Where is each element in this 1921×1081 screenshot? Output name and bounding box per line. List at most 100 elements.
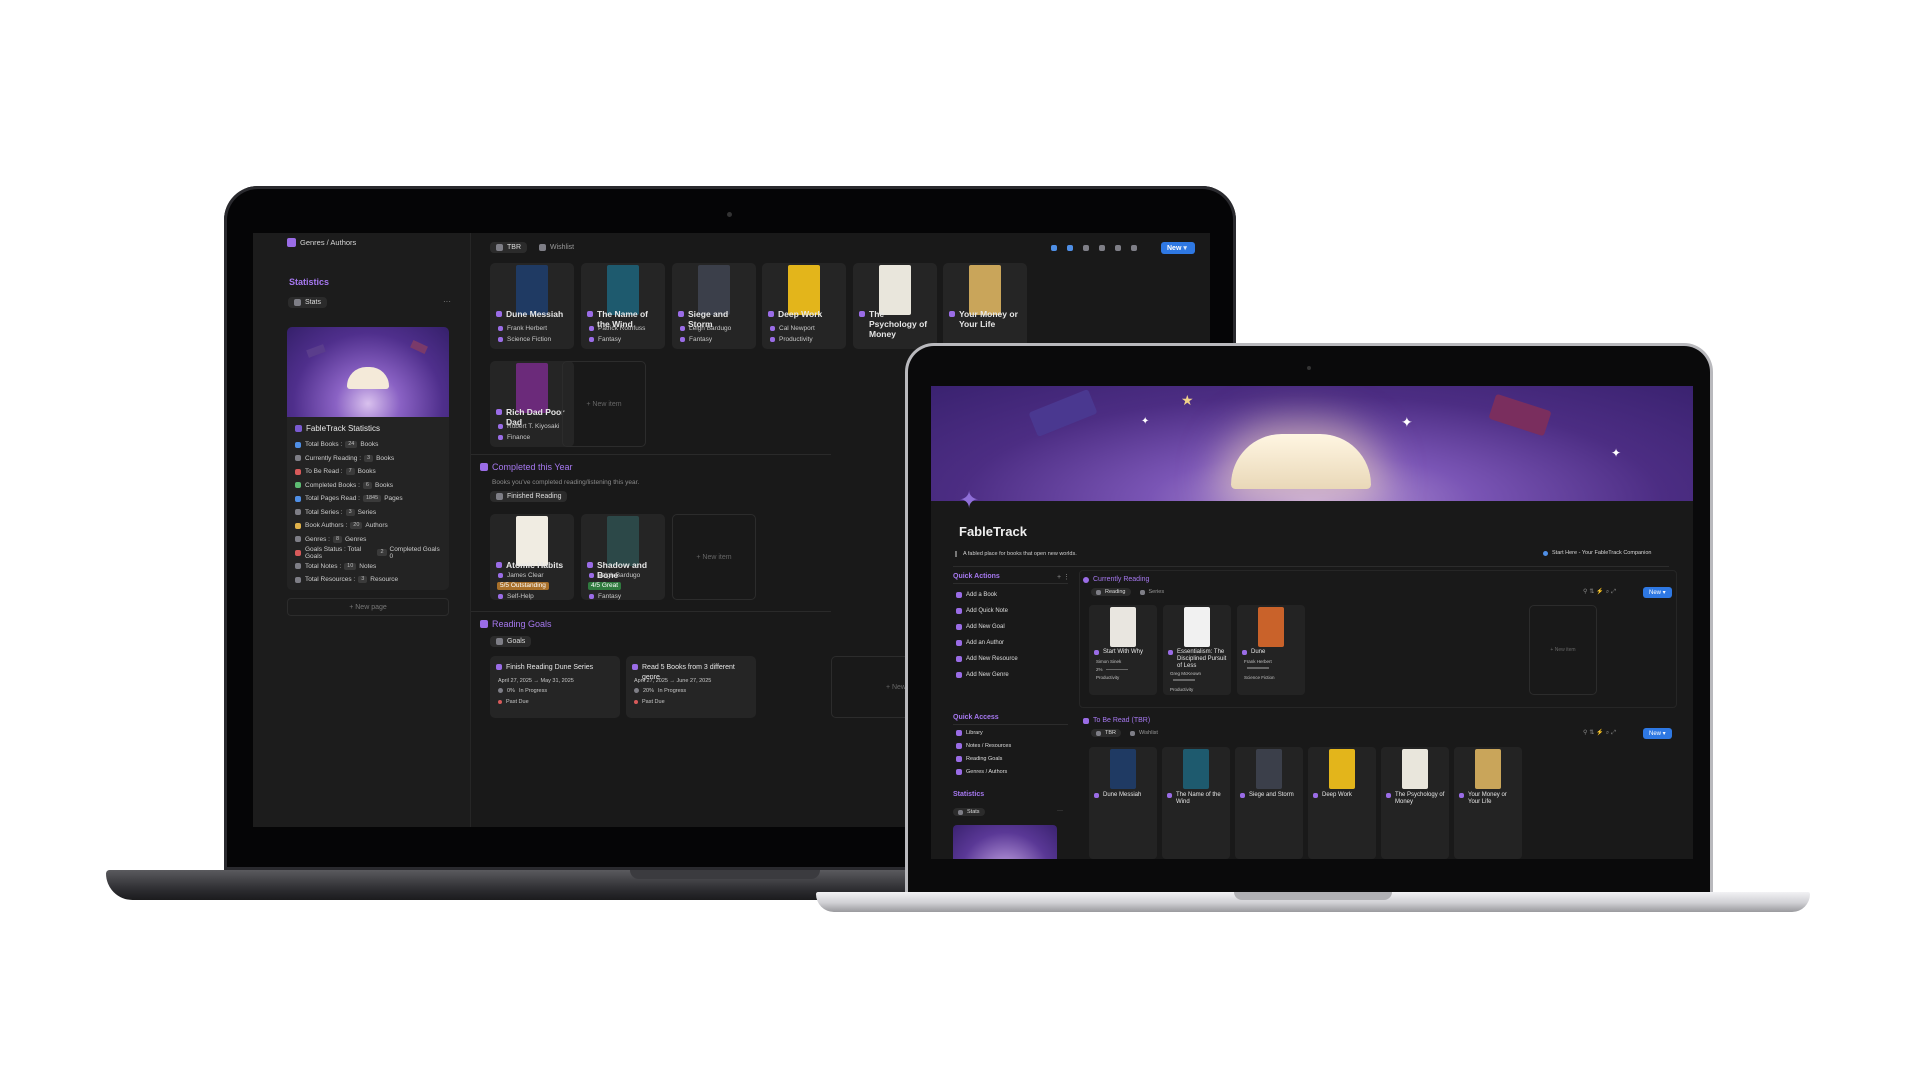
book-card[interactable]: Essentialism: The Disciplined Pursuit of… [1163,605,1231,695]
book-card[interactable]: The Psychology of Money [1381,747,1449,859]
start-here-link[interactable]: Start Here - Your FableTrack Companion [1543,550,1651,556]
tab-wishlist[interactable]: Wishlist [1125,729,1163,737]
camera-icon [1307,366,1311,370]
book-author: Robert T. Kiyosaki [498,423,570,431]
book-card[interactable]: Start With Why Simon Sinek 2% Productivity [1089,605,1157,695]
book-title: The Name of the Wind [1167,792,1227,806]
camera-icon [727,212,732,217]
tab-tbr[interactable]: TBR [490,242,527,253]
stat-icon [295,522,301,529]
book-author: Leigh Bardugo [680,325,752,333]
star-icon: ★ [1181,392,1194,408]
quick-access-item[interactable]: Reading Goals [956,752,1066,765]
stat-row: Total Notes :10 Notes [295,560,441,574]
quick-action-item[interactable]: Add an Author [956,635,1066,651]
lightning-icon[interactable] [1083,245,1089,251]
reading-tabs: Reading Series [1091,588,1169,596]
tab-stats[interactable]: Stats [288,297,327,308]
tab-reading[interactable]: Reading [1091,588,1131,596]
stats-card[interactable]: FableTrack Statistics Total Books :24 Boo… [287,327,449,590]
book-icon [1488,393,1552,437]
add-icon[interactable]: + ⋮ [1057,573,1070,581]
book-title: Deep Work [1313,792,1373,799]
book-card[interactable]: Your Money or Your Life [1454,747,1522,859]
stat-label: Goals Status : Total Goals [305,545,362,560]
book-card[interactable]: Siege and Storm Leigh Bardugo Fantasy [672,263,756,349]
tab-series[interactable]: Series [1135,588,1170,596]
expand-icon[interactable] [1115,245,1121,251]
goal-card[interactable]: Finish Reading Dune Series April 27, 2025… [490,656,620,718]
new-button[interactable]: New ▾ [1643,728,1672,739]
stat-label: Book Authors : [305,522,348,530]
tab-goals[interactable]: Goals [490,636,532,647]
book-card[interactable]: Shadow and Bone Leigh Bardugo 4/5 Great Fan… [581,514,665,600]
tab-tbr[interactable]: TBR [1091,729,1121,737]
stat-unit: Notes [359,562,377,570]
stats-list: Total Books :24 Books Currently Reading :3… [295,438,441,587]
book-card[interactable]: Your Money or Your Life [943,263,1027,349]
stat-unit: Pages [384,495,403,503]
book-card[interactable]: Siege and Storm [1235,747,1303,859]
pen-icon [680,325,685,331]
quick-access-item[interactable]: Library [956,726,1066,739]
book-card[interactable]: Atomic Habits James Clear 5/5 Outstanding S… [490,514,574,600]
stat-value: 3 [364,454,374,462]
new-button[interactable]: New ▾ [1161,242,1195,254]
target-icon [632,664,638,670]
quick-action-item[interactable]: Add Quick Note [956,603,1066,619]
book-card[interactable]: Dune Messiah Frank Herbert Science Fiction [490,263,574,349]
book-card[interactable]: The Psychology of Money [853,263,937,349]
more-options-button[interactable]: ··· [1057,808,1063,814]
quick-action-item[interactable]: Add New Genre [956,667,1066,683]
quick-action-item[interactable]: Add New Resource [956,651,1066,667]
quick-access-item[interactable]: Notes / Resources [956,739,1066,752]
quick-access-item[interactable]: Genres / Authors [956,765,1066,778]
book-card[interactable]: Deep Work [1308,747,1376,859]
view-toolbar[interactable]: ⚲⇅⚡⌕⤢ [1583,588,1618,596]
stat-row: Total Books :24 Books [295,438,441,452]
page-link-icon [956,742,962,749]
stats-card-cover[interactable] [953,825,1057,859]
stat-unit: Books [376,454,395,462]
completed-heading: Completed this Year [480,462,573,472]
tbr-heading: To Be Read (TBR) [1083,717,1150,724]
goal-dates: April 27, 2025 → May 31, 2025 [498,678,574,684]
quick-action-item[interactable]: Add a Book [956,587,1066,603]
book-card[interactable]: Deep Work Cal Newport Productivity [762,263,846,349]
book-card[interactable]: The Name of the Wind [1162,747,1230,859]
goal-due: Past Due [634,698,752,706]
book-cover [516,516,548,566]
tab-finished-reading[interactable]: Finished Reading [490,491,568,502]
more-options-button[interactable]: ··· [443,297,451,306]
book-card[interactable]: Dune Messiah [1089,747,1157,859]
search-icon[interactable] [1099,245,1105,251]
sort-icon[interactable] [1067,245,1073,251]
book-card[interactable]: Dune Frank Herbert Science Fiction [1237,605,1305,695]
new-page-button[interactable]: + New page [287,598,449,616]
filter-icon[interactable] [1051,245,1057,251]
quick-action-item[interactable]: Add New Goal [956,619,1066,635]
book-cover [607,265,639,315]
tab-stats[interactable]: Stats [953,808,985,816]
view-toolbar[interactable]: ⚲⇅⚡⌕⤢ [1583,729,1618,737]
tab-wishlist[interactable]: Wishlist [533,242,580,253]
sidebar-item-genres-authors[interactable]: Genres / Authors [287,238,356,247]
book-card[interactable]: The Name of the Wind Patrick Rothfuss Fant… [581,263,665,349]
sparkle-icon [480,463,488,471]
quick-actions-heading: Quick Actions [953,573,1000,580]
stat-value: 20 [350,522,363,530]
new-item-button[interactable]: + New item [1529,605,1597,695]
new-item-button[interactable]: + New item [562,361,646,447]
rating-badge: 5/5 Outstanding [497,582,549,590]
settings-icon[interactable] [1131,245,1137,251]
divider [953,583,1068,584]
new-goal-button[interactable]: + New [831,656,913,718]
book-icon [768,311,774,317]
new-button[interactable]: New ▾ [1643,587,1672,598]
cover-banner: ★ ✦ ✦ ✦ [931,386,1693,501]
new-item-button[interactable]: + New item [672,514,756,600]
goal-card[interactable]: Read 5 Books from 3 different genre April… [626,656,756,718]
stat-label: Total Books : [305,441,343,449]
book-icon [1242,650,1247,655]
book-icon [587,311,593,317]
